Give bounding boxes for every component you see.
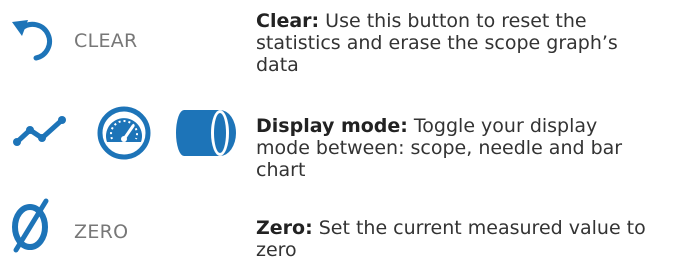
undo-arrow-icon [12,20,52,61]
display-mode-title: Display mode: [256,115,408,137]
scope-line-icon[interactable] [12,112,72,152]
clear-title: Clear: [256,10,320,32]
clear-button[interactable]: CLEAR [0,10,160,68]
needle-gauge-icon[interactable] [97,106,151,160]
clear-label: CLEAR [74,30,138,52]
bar-chart-icon[interactable] [176,110,236,156]
zero-title: Zero: [256,217,313,239]
zero-slash-icon [12,198,49,253]
zero-description: Zero: Set the current measured value to … [256,217,656,261]
display-mode-row: Display mode: Toggle your display mode b… [0,100,676,185]
zero-button[interactable]: ZERO [0,195,160,255]
zero-text: Set the current measured value to zero [256,217,646,261]
display-mode-description: Display mode: Toggle your display mode b… [256,115,656,181]
zero-row: ZERO Zero: Set the current measured valu… [0,195,676,269]
clear-row: CLEAR Clear: Use this button to reset th… [0,0,676,90]
zero-label: ZERO [74,221,129,243]
clear-description: Clear: Use this button to reset the stat… [256,10,656,76]
